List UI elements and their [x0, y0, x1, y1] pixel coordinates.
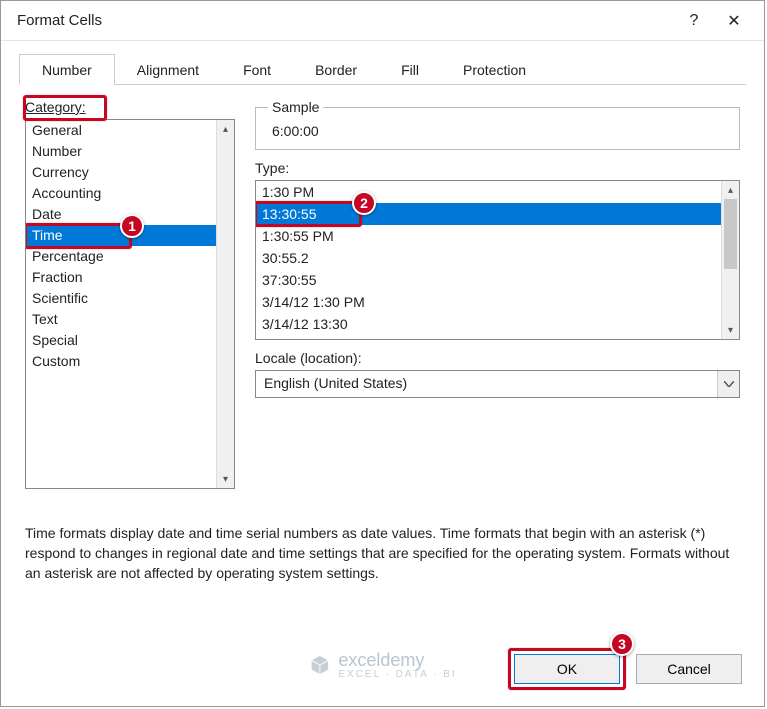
tab-fill[interactable]: Fill — [379, 55, 441, 84]
type-label: Type: — [255, 160, 740, 176]
tab-number[interactable]: Number — [19, 54, 115, 85]
type-scrollbar[interactable] — [721, 181, 739, 339]
category-listbox[interactable]: General Number Currency Accounting Date … — [25, 119, 235, 489]
category-item[interactable]: Currency — [26, 162, 216, 183]
type-item[interactable]: 1:30 PM — [256, 181, 721, 203]
category-label: Category: — [25, 99, 86, 115]
type-item[interactable]: 30:55.2 — [256, 247, 721, 269]
scroll-thumb[interactable] — [724, 199, 737, 269]
ok-button[interactable]: OK — [514, 654, 620, 684]
sample-group: Sample 6:00:00 — [255, 99, 740, 150]
close-icon[interactable]: ✕ — [714, 2, 754, 40]
locale-combo[interactable]: English (United States) — [255, 370, 740, 398]
category-item[interactable]: Date — [26, 204, 216, 225]
type-item[interactable]: 3/14/12 1:30 PM — [256, 291, 721, 313]
tab-content-number: Category: General Number Currency Accoun… — [19, 85, 746, 634]
dialog-body: Number Alignment Font Border Fill Protec… — [1, 41, 764, 634]
cancel-button[interactable]: Cancel — [636, 654, 742, 684]
help-icon[interactable]: ? — [674, 2, 714, 40]
scroll-down-icon[interactable] — [722, 321, 739, 339]
scroll-down-icon[interactable] — [217, 470, 234, 488]
button-row: exceldemy EXCEL · DATA · BI OK 3 Cancel — [1, 634, 764, 706]
tab-border[interactable]: Border — [293, 55, 379, 84]
scroll-thumb[interactable] — [219, 138, 232, 470]
titlebar: Format Cells ? ✕ — [1, 1, 764, 41]
window-title: Format Cells — [17, 12, 102, 29]
category-item[interactable]: Accounting — [26, 183, 216, 204]
type-listbox[interactable]: 1:30 PM 13:30:55 1:30:55 PM 30:55.2 37:3… — [255, 180, 740, 340]
chevron-down-icon[interactable] — [717, 371, 739, 397]
category-item[interactable]: Fraction — [26, 267, 216, 288]
locale-value: English (United States) — [256, 371, 717, 397]
category-item-selected[interactable]: Time — [26, 225, 216, 246]
sample-value: 6:00:00 — [268, 123, 727, 139]
watermark: exceldemy EXCEL · DATA · BI — [308, 650, 456, 680]
scroll-up-icon[interactable] — [217, 120, 234, 138]
type-item[interactable]: 1:30:55 PM — [256, 225, 721, 247]
tab-alignment[interactable]: Alignment — [115, 55, 221, 84]
category-item[interactable]: General — [26, 120, 216, 141]
callout-3: 3 — [610, 632, 634, 656]
dialog-window: Format Cells ? ✕ Number Alignment Font B… — [0, 0, 765, 707]
category-item[interactable]: Custom — [26, 351, 216, 372]
category-scrollbar[interactable] — [216, 120, 234, 488]
sample-legend: Sample — [268, 99, 323, 115]
scroll-up-icon[interactable] — [722, 181, 739, 199]
watermark-tagline: EXCEL · DATA · BI — [338, 669, 456, 680]
locale-label: Locale (location): — [255, 350, 740, 366]
category-item[interactable]: Percentage — [26, 246, 216, 267]
brand-icon — [308, 654, 330, 676]
type-item[interactable]: 3/14/12 13:30 — [256, 313, 721, 335]
type-item-selected[interactable]: 13:30:55 — [256, 203, 721, 225]
type-item[interactable]: 37:30:55 — [256, 269, 721, 291]
category-item[interactable]: Text — [26, 309, 216, 330]
tab-font[interactable]: Font — [221, 55, 293, 84]
category-item[interactable]: Number — [26, 141, 216, 162]
watermark-brand: exceldemy — [338, 650, 424, 670]
category-item[interactable]: Special — [26, 330, 216, 351]
format-description: Time formats display date and time seria… — [25, 523, 740, 583]
category-item[interactable]: Scientific — [26, 288, 216, 309]
tab-strip: Number Alignment Font Border Fill Protec… — [19, 51, 746, 85]
tab-protection[interactable]: Protection — [441, 55, 548, 84]
